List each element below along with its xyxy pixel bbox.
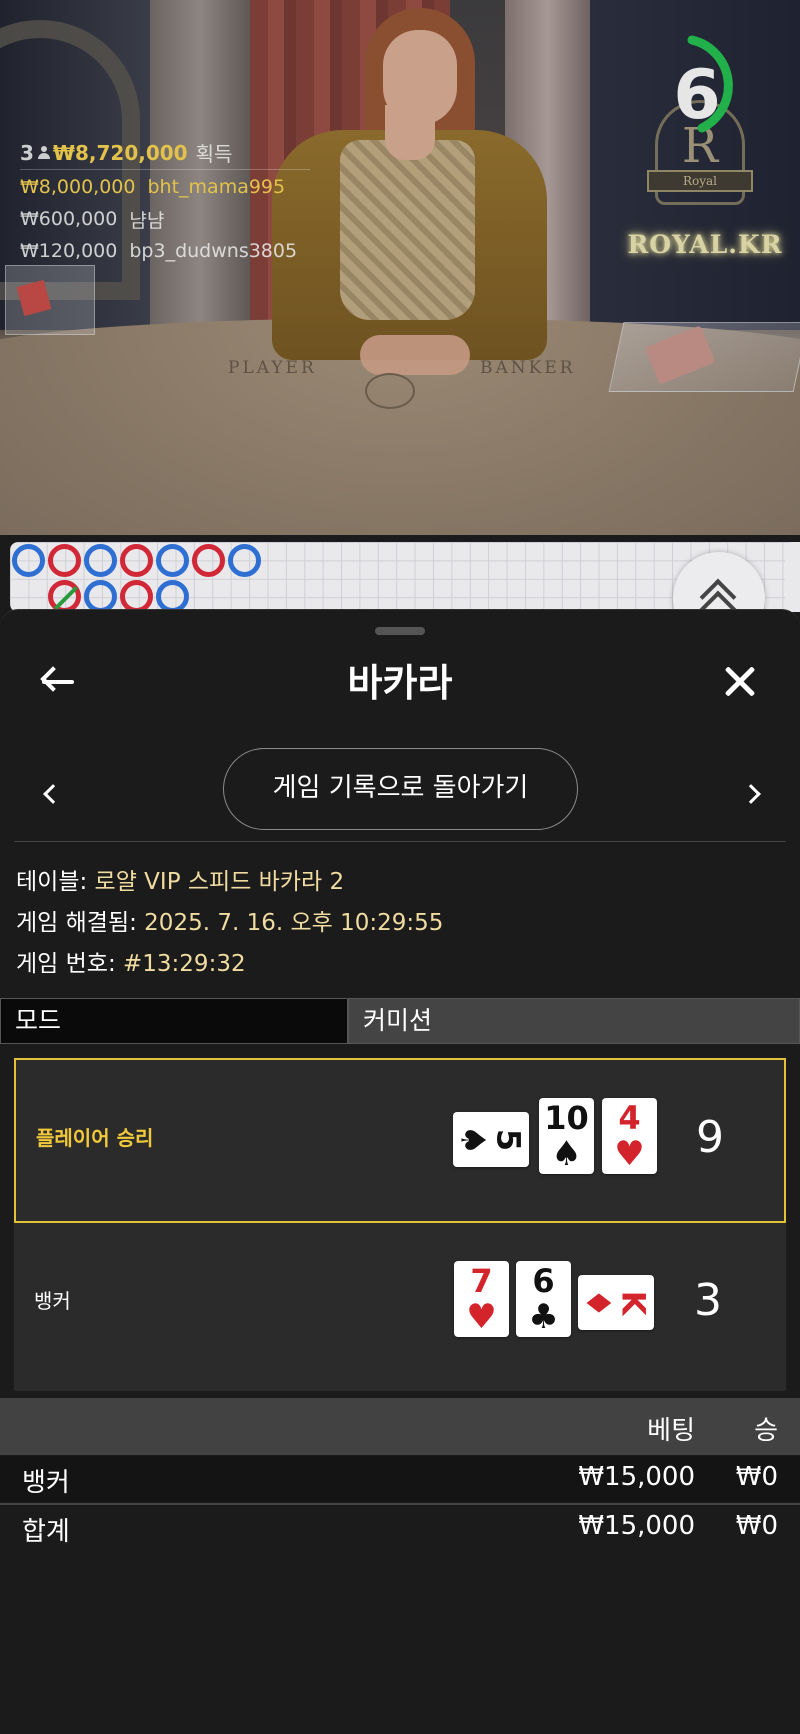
tab-mode[interactable]: 모드 <box>0 998 348 1044</box>
banker-result-label: 뱅커 <box>34 1289 71 1313</box>
player-result-label: 플레이어 승리 <box>36 1126 154 1150</box>
bead-banker-tie <box>48 580 81 612</box>
player-hand-row: 플레이어 승리 5 ♠ 10 ♠ 4 ♥ 9 <box>14 1058 786 1223</box>
playing-card: 7 ♥ <box>454 1261 509 1337</box>
mode-tabs: 모드 커미션 <box>0 998 800 1044</box>
winners-total: ₩8,720,000 <box>52 140 188 165</box>
bets-table-header: 베팅 승 <box>0 1398 800 1455</box>
bead-player <box>84 544 117 577</box>
sheet-drag-handle[interactable] <box>375 627 425 635</box>
playing-card: 6 ♣ <box>516 1261 571 1337</box>
bead-player <box>12 544 45 577</box>
winner-count: 3 <box>20 140 34 165</box>
playing-card: 10 ♠ <box>539 1098 594 1174</box>
bead-banker <box>120 544 153 577</box>
banker-hand-row: 뱅커 7 ♥ 6 ♣ K ♦ 3 <box>14 1223 786 1388</box>
bead-player <box>156 580 189 612</box>
bead-player <box>228 544 261 577</box>
bead-banker <box>120 580 153 612</box>
chevron-right-icon <box>741 784 761 804</box>
table-info: 테이블: 로얄 VIP 스피드 바카라 2 <box>16 869 345 895</box>
playing-card: 5 ♠ <box>453 1112 529 1167</box>
chevron-left-icon <box>43 784 63 804</box>
close-icon[interactable] <box>718 660 762 704</box>
player-score: 9 <box>696 1112 724 1163</box>
winner-row: ₩8,000,000 bht_mama995 <box>20 176 286 198</box>
next-game-button[interactable] <box>740 780 770 810</box>
previous-game-button[interactable] <box>36 780 66 810</box>
table-banker-text: BANKER <box>480 358 576 378</box>
app-root: PLAYER BANKER R Royal ROYAL.KR 6 3 ₩8,72… <box>0 0 800 1734</box>
column-win: 승 <box>754 1416 778 1446</box>
bead-player <box>156 544 189 577</box>
tab-commission[interactable]: 커미션 <box>348 998 800 1044</box>
playing-card: K ♦ <box>578 1275 654 1330</box>
winner-row: ₩120,000 bp3_dudwns3805 <box>20 240 298 262</box>
banker-score: 3 <box>694 1275 722 1326</box>
divider <box>14 841 786 842</box>
sheet-title: 바카라 <box>347 661 453 705</box>
winners-panel: 3 ₩8,720,000 획득 ₩8,000,000 bht_mama995 ₩… <box>20 140 330 266</box>
column-bet: 베팅 <box>647 1416 695 1446</box>
game-detail-sheet: 바카라 게임 기록으로 돌아가기 테이블: 로얄 VIP 스피드 바카라 2 게… <box>0 609 800 1734</box>
live-video[interactable]: PLAYER BANKER R Royal ROYAL.KR 6 3 ₩8,72… <box>0 0 800 535</box>
table-player-text: PLAYER <box>228 358 317 378</box>
table-row-total: 합계 ₩15,000 ₩0 <box>0 1503 800 1549</box>
brand-name: ROYAL.KR <box>627 230 783 259</box>
winners-suffix: 획득 <box>195 142 233 166</box>
playing-card: 4 ♥ <box>602 1098 657 1174</box>
winner-row: ₩600,000 냠냠 <box>20 208 165 232</box>
resolved-info: 게임 해결됨: 2025. 7. 16. 오후 10:29:55 <box>16 910 444 936</box>
bead-player <box>84 580 117 612</box>
back-arrow-button[interactable] <box>38 660 82 704</box>
table-row: 뱅커 ₩15,000 ₩0 <box>0 1456 800 1502</box>
bead-banker <box>192 544 225 577</box>
round-result: 플레이어 승리 5 ♠ 10 ♠ 4 ♥ 9 뱅커 7 ♥ 6 ♣ K ♦ 3 <box>14 1058 786 1391</box>
back-to-history-button[interactable]: 게임 기록으로 돌아가기 <box>223 748 578 830</box>
countdown-number: 6 <box>673 56 721 135</box>
bead-banker <box>48 544 81 577</box>
game-number-info: 게임 번호: #13:29:32 <box>16 951 246 977</box>
user-icon <box>37 145 50 160</box>
